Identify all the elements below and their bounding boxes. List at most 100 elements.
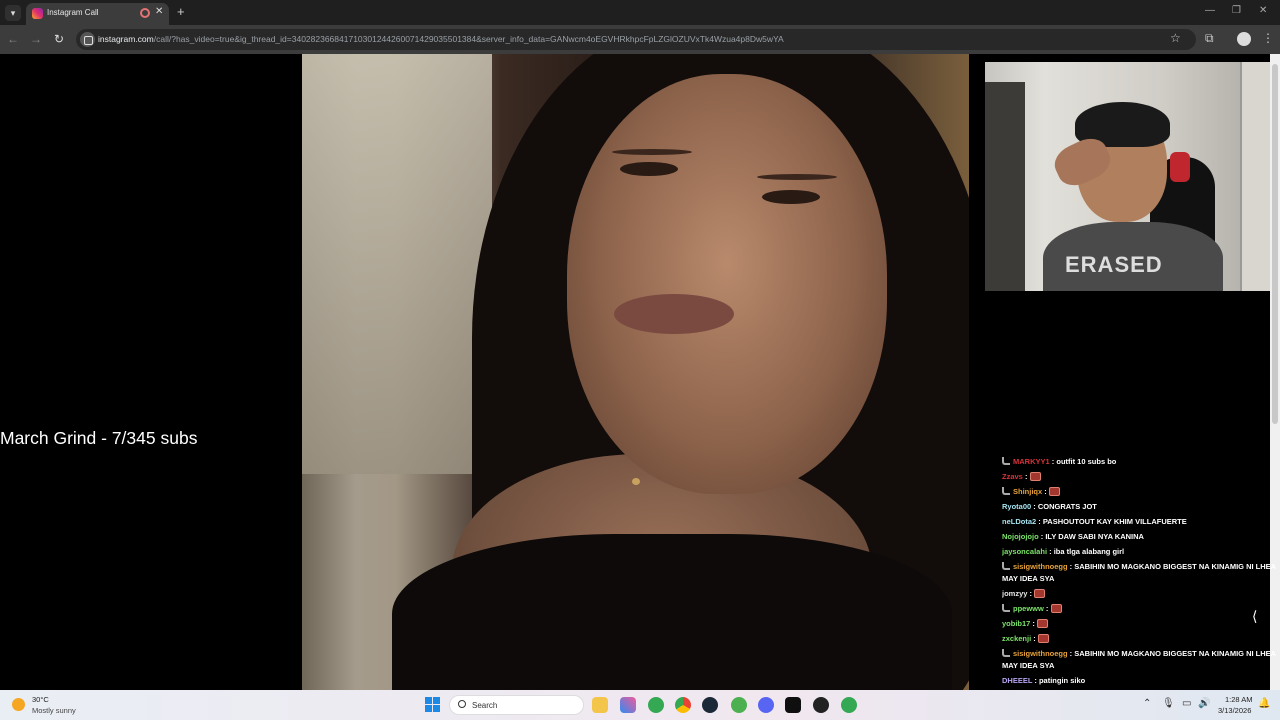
notification-bell-icon[interactable]: 🔔	[1258, 698, 1270, 709]
self-view-background	[985, 82, 1025, 291]
weather-temperature[interactable]: 30°C	[32, 695, 49, 704]
chat-emote-icon	[1050, 604, 1062, 613]
chat-username: MARKYY1	[1013, 457, 1050, 466]
chat-username: DHEEEL	[1002, 676, 1033, 685]
video-subject-lips	[614, 294, 734, 334]
weather-description[interactable]: Mostly sunny	[32, 706, 76, 715]
minimize-icon[interactable]: —	[1205, 5, 1215, 16]
self-view-chair-accent	[1170, 152, 1190, 182]
subscriber-badge-icon	[1002, 487, 1010, 495]
tab-search-button[interactable]: ▾	[5, 5, 21, 21]
video-background	[302, 54, 492, 474]
chat-message: jaysoncalahi : iba tlga alabang girl	[1002, 544, 1280, 559]
self-view-video[interactable]: ERASED	[985, 62, 1280, 291]
chat-emote-icon	[1029, 472, 1041, 481]
video-subject-brow	[612, 149, 692, 155]
chat-username: sisigwithnoegg	[1013, 649, 1068, 658]
taskbar-search[interactable]: Search	[449, 695, 584, 715]
clock-time[interactable]: 1:28 AM	[1225, 695, 1253, 704]
scrollbar-thumb[interactable]	[1272, 64, 1278, 424]
tab-title: Instagram Call	[47, 8, 99, 17]
steam-icon[interactable]	[702, 697, 718, 713]
site-info-icon[interactable]	[80, 32, 95, 47]
chat-separator: :	[1036, 517, 1043, 526]
chat-message: Zzavs :	[1002, 469, 1280, 484]
chat-separator: :	[1043, 604, 1051, 613]
window-close-icon[interactable]: ✕	[1259, 5, 1267, 16]
page-viewport: March Grind - 7/345 subs ERASED MARKYY1 …	[0, 54, 1280, 690]
url-host: instagram.com	[98, 34, 154, 44]
chat-separator: :	[1027, 589, 1035, 598]
bookmark-star-icon[interactable]: ☆	[1170, 31, 1181, 45]
chat-username: ppewww	[1013, 604, 1044, 613]
chat-separator: :	[1031, 634, 1038, 643]
subscriber-badge-icon	[1002, 604, 1010, 612]
chat-message: zxckenji :	[1002, 631, 1280, 646]
chat-text: patingin siko	[1038, 676, 1086, 685]
chrome-icon-2[interactable]	[841, 697, 857, 713]
discord-icon[interactable]	[758, 697, 774, 713]
tab-instagram-call[interactable]: Instagram Call ✕	[26, 3, 169, 25]
reload-icon[interactable]: ↻	[52, 32, 66, 46]
chat-message: DHEEEL : patingin siko	[1002, 673, 1280, 688]
url-text[interactable]: instagram.com/call/?has_video=true&ig_th…	[98, 34, 1158, 44]
video-subject-face	[567, 74, 887, 494]
remote-video-feed[interactable]	[302, 54, 969, 690]
chat-username: sisigwithnoegg	[1013, 562, 1068, 571]
chat-text: CONGRATS JOT	[1037, 502, 1097, 511]
chat-message: Ryota00 : CONGRATS JOT	[1002, 499, 1280, 514]
video-subject-necklace	[632, 478, 640, 485]
volume-icon[interactable]: 🔊	[1198, 698, 1210, 709]
obs-icon[interactable]	[813, 697, 829, 713]
chrome-alt-icon[interactable]	[731, 697, 747, 713]
chat-emote-icon	[1037, 619, 1049, 628]
chat-message: sisigwithnoegg : SABIHIN MO MAGKANO BIGG…	[1002, 559, 1280, 586]
new-tab-button[interactable]: +	[177, 4, 185, 19]
chat-separator: :	[1031, 502, 1038, 511]
weather-sun-icon[interactable]	[12, 698, 25, 711]
recording-icon[interactable]	[140, 8, 150, 18]
copilot-icon[interactable]	[620, 697, 636, 713]
chrome-icon[interactable]	[675, 697, 691, 713]
tab-close-icon[interactable]: ✕	[155, 6, 163, 17]
chat-message: Shinjiqx :	[1002, 484, 1280, 499]
network-icon[interactable]: ▭	[1182, 698, 1191, 709]
stream-chat-overlay: MARKYY1 : outfit 10 subs bo Zzavs : Shinj…	[1002, 454, 1280, 688]
browser-toolbar: ← → ↻ instagram.com/call/?has_video=true…	[0, 25, 1280, 54]
chat-separator: :	[1032, 676, 1039, 685]
screen: ▾ Instagram Call ✕ + — ❐ ✕ ← → ↻ instagr…	[0, 0, 1280, 720]
microphone-icon[interactable]: 🎙	[1162, 698, 1175, 709]
address-bar[interactable]: instagram.com/call/?has_video=true&ig_th…	[76, 29, 1196, 50]
tab-bar: ▾ Instagram Call ✕ + — ❐ ✕	[0, 0, 1280, 25]
video-subject-brow	[757, 174, 837, 180]
chat-username: Shinjiqx	[1013, 487, 1043, 496]
chat-message: MARKYY1 : outfit 10 subs bo	[1002, 454, 1280, 469]
windows-start-icon[interactable]	[425, 697, 440, 712]
forward-icon[interactable]: →	[29, 32, 43, 46]
extensions-icon[interactable]: ⧉	[1205, 31, 1214, 46]
chat-emote-icon	[1034, 589, 1046, 598]
subscriber-badge-icon	[1002, 562, 1010, 570]
chat-message: sisigwithnoegg : SABIHIN MO MAGKANO BIGG…	[1002, 646, 1280, 673]
chat-separator: :	[1030, 619, 1038, 628]
clock-date[interactable]: 3/13/2026	[1218, 706, 1251, 715]
url-path: /call/?has_video=true&ig_thread_id=34028…	[153, 34, 784, 44]
app-icon[interactable]	[785, 697, 801, 713]
chat-text: ILY DAW SABI NYA KANINA	[1045, 532, 1144, 541]
chat-separator: :	[1022, 472, 1030, 481]
instagram-icon	[32, 8, 43, 19]
chat-text: PASHOUTOUT KAY KHIM VILLAFUERTE	[1042, 517, 1187, 526]
chat-username: yobib17	[1002, 619, 1031, 628]
restore-icon[interactable]: ❐	[1232, 5, 1241, 16]
back-icon[interactable]: ←	[6, 32, 20, 46]
chevron-left-icon[interactable]: ⟨	[1252, 608, 1257, 625]
windows-taskbar: 30°C Mostly sunny Search ⌃ 🎙 ▭ 🔊 1:28 AM…	[0, 690, 1280, 720]
chat-username: Zzavs	[1002, 472, 1023, 481]
self-view-shirt-text: ERASED	[1065, 252, 1163, 277]
chat-text: outfit 10 subs bo	[1056, 457, 1117, 466]
tray-chevron-up-icon[interactable]: ⌃	[1143, 698, 1151, 709]
chrome-profile-icon[interactable]	[648, 697, 664, 713]
profile-avatar[interactable]	[1237, 32, 1251, 46]
menu-kebab-icon[interactable]: ⋮	[1262, 31, 1274, 45]
file-explorer-icon[interactable]	[592, 697, 608, 713]
